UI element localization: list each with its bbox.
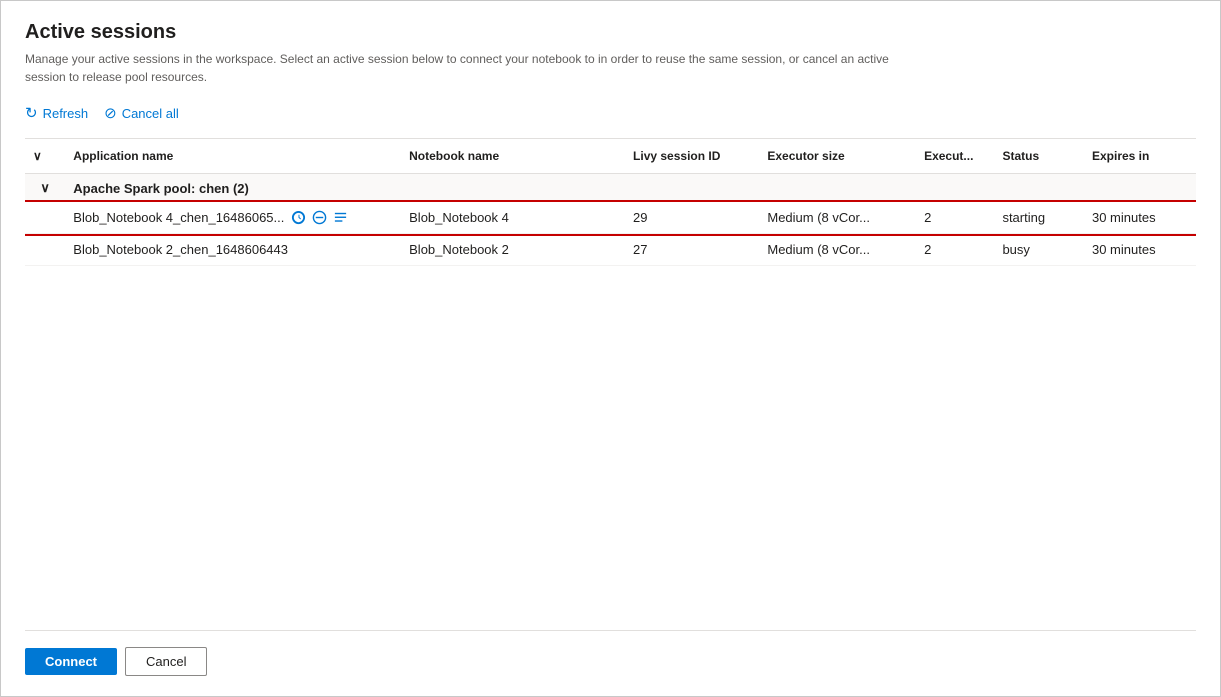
notebook-name-cell: Blob_Notebook 2 — [401, 234, 625, 266]
group-name: Apache Spark pool: chen (2) — [65, 174, 1196, 203]
col-app-name: Application name — [65, 139, 401, 174]
page-description: Manage your active sessions in the works… — [25, 50, 925, 86]
row-select-cell — [25, 234, 65, 266]
expires-in-cell: 30 minutes — [1084, 234, 1196, 266]
app-name-cell: Blob_Notebook 4_chen_16486065... — [65, 202, 401, 234]
cancel-session-icon[interactable] — [311, 210, 328, 225]
connect-button[interactable]: Connect — [25, 648, 117, 675]
app-name-text: Blob_Notebook 2_chen_1648606443 — [73, 242, 288, 257]
sessions-table: ∨ Application name Notebook name Livy se… — [25, 139, 1196, 266]
refresh-icon: ↻ — [25, 104, 38, 122]
col-expires-in: Expires in — [1084, 139, 1196, 174]
cancel-all-button[interactable]: ⊘ Cancel all — [104, 100, 179, 126]
page-title: Active sessions — [25, 21, 1196, 44]
refresh-button[interactable]: ↻ Refresh — [25, 100, 88, 126]
cancel-all-icon: ⊘ — [104, 104, 117, 122]
group-header-row: ∨ Apache Spark pool: chen (2) — [25, 174, 1196, 203]
executor-count-cell: 2 — [916, 202, 994, 234]
table-body: ∨ Apache Spark pool: chen (2) Blob_Noteb… — [25, 174, 1196, 266]
connect-session-icon[interactable] — [290, 210, 307, 225]
group-chevron[interactable]: ∨ — [25, 174, 65, 203]
table-header-row: ∨ Application name Notebook name Livy se… — [25, 139, 1196, 174]
col-status: Status — [994, 139, 1084, 174]
status-cell: starting — [994, 202, 1084, 234]
executor-size-cell: Medium (8 vCor... — [759, 234, 916, 266]
dialog-footer: Connect Cancel — [25, 630, 1196, 696]
row-select-cell — [25, 202, 65, 234]
expand-all-chevron[interactable]: ∨ — [33, 149, 42, 163]
notebook-name-cell: Blob_Notebook 4 — [401, 202, 625, 234]
col-livy-session-id: Livy session ID — [625, 139, 759, 174]
sessions-table-container: ∨ Application name Notebook name Livy se… — [25, 139, 1196, 622]
col-executor-size: Executor size — [759, 139, 916, 174]
col-expand: ∨ — [25, 139, 65, 174]
footer-cancel-button[interactable]: Cancel — [125, 647, 207, 676]
table-row[interactable]: Blob_Notebook 4_chen_16486065... Blob_No… — [25, 202, 1196, 234]
col-notebook-name: Notebook name — [401, 139, 625, 174]
livy-session-id-cell: 29 — [625, 202, 759, 234]
app-name-text: Blob_Notebook 4_chen_16486065... — [73, 210, 284, 225]
toolbar: ↻ Refresh ⊘ Cancel all — [25, 100, 1196, 126]
col-executor-count: Execut... — [916, 139, 994, 174]
table-row[interactable]: Blob_Notebook 2_chen_1648606443 Blob_Not… — [25, 234, 1196, 266]
active-sessions-dialog: Active sessions Manage your active sessi… — [0, 0, 1221, 697]
status-cell: busy — [994, 234, 1084, 266]
executor-count-cell: 2 — [916, 234, 994, 266]
row-action-icons — [290, 210, 349, 225]
expires-in-cell: 30 minutes — [1084, 202, 1196, 234]
app-name-cell: Blob_Notebook 2_chen_1648606443 — [65, 234, 401, 266]
executor-size-cell: Medium (8 vCor... — [759, 202, 916, 234]
view-logs-icon[interactable] — [332, 210, 349, 225]
livy-session-id-cell: 27 — [625, 234, 759, 266]
